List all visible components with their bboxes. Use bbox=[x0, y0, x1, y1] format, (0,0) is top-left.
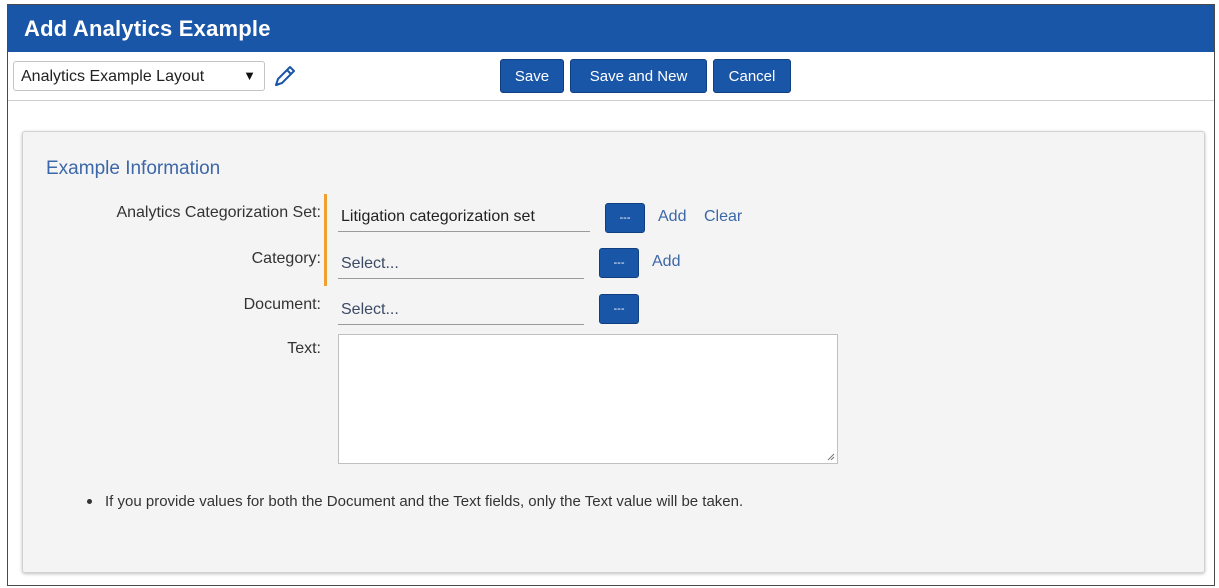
document-field[interactable]: Select... bbox=[338, 293, 584, 325]
category-field[interactable]: Select... bbox=[338, 247, 584, 279]
text-label: Text: bbox=[287, 340, 321, 357]
categorization-set-label: Analytics Categorization Set: bbox=[116, 204, 321, 221]
categorization-set-value: Litigation categorization set bbox=[341, 208, 535, 225]
document-placeholder: Select... bbox=[341, 301, 399, 318]
layout-select-value: Analytics Example Layout bbox=[21, 68, 205, 85]
categorization-set-clear-link[interactable]: Clear bbox=[704, 208, 742, 226]
required-fields-marker bbox=[324, 194, 327, 286]
example-information-panel: Example Information Analytics Categoriza… bbox=[22, 131, 1205, 573]
category-placeholder: Select... bbox=[341, 255, 399, 272]
cancel-button[interactable]: Cancel bbox=[713, 59, 791, 93]
toolbar: Analytics Example Layout ▼ Save Save and… bbox=[8, 52, 1214, 101]
text-area[interactable] bbox=[338, 334, 838, 464]
layout-select[interactable]: Analytics Example Layout ▼ bbox=[13, 61, 265, 91]
dialog-window: Add Analytics Example Analytics Example … bbox=[7, 4, 1215, 586]
save-and-new-button[interactable]: Save and New bbox=[570, 59, 707, 93]
resize-grip-icon[interactable] bbox=[825, 451, 835, 461]
category-add-link[interactable]: Add bbox=[652, 253, 680, 271]
caret-down-icon: ▼ bbox=[243, 68, 256, 83]
section-title: Example Information bbox=[46, 158, 221, 179]
categorization-set-add-link[interactable]: Add bbox=[658, 208, 686, 226]
page-title: Add Analytics Example bbox=[24, 16, 271, 41]
help-note: If you provide values for both the Docum… bbox=[105, 493, 744, 510]
save-button[interactable]: Save bbox=[500, 59, 564, 93]
category-picker-button[interactable]: --- bbox=[599, 248, 639, 278]
category-label: Category: bbox=[251, 250, 321, 267]
categorization-set-field[interactable]: Litigation categorization set bbox=[338, 200, 590, 232]
document-label: Document: bbox=[243, 296, 321, 313]
categorization-set-picker-button[interactable]: --- bbox=[605, 203, 645, 233]
pencil-icon[interactable] bbox=[270, 63, 298, 89]
title-bar: Add Analytics Example bbox=[8, 5, 1214, 52]
document-picker-button[interactable]: --- bbox=[599, 294, 639, 324]
